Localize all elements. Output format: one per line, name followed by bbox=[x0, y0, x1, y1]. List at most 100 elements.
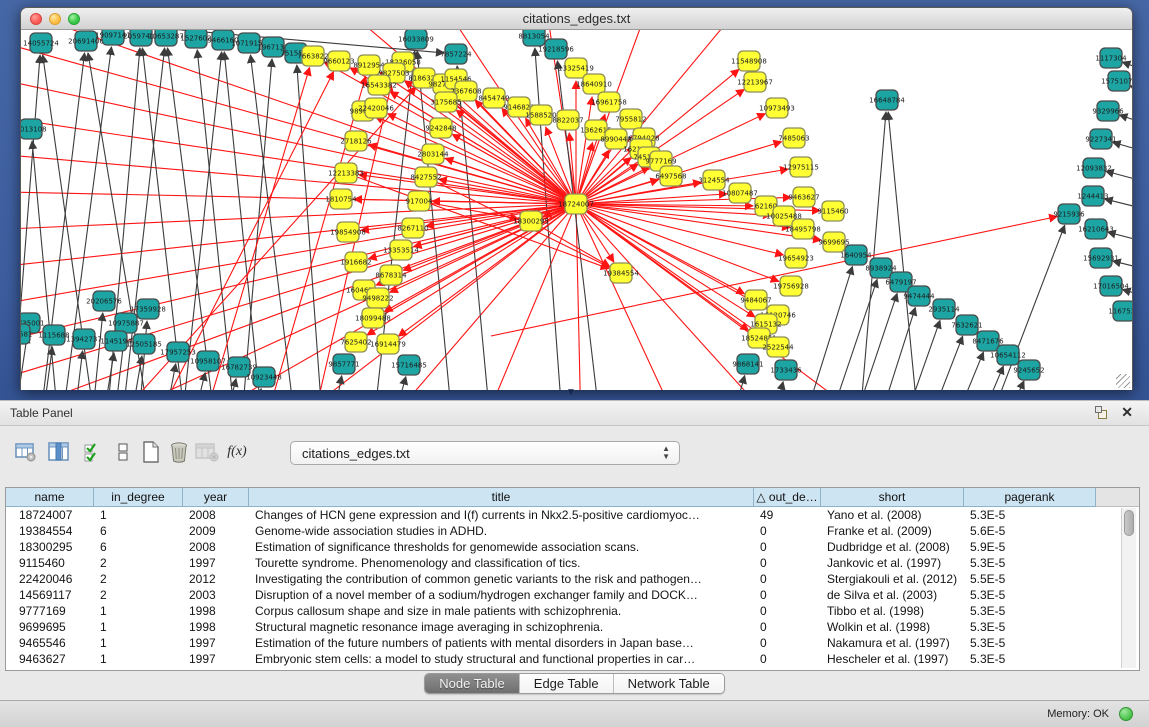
table-cell[interactable]: Structural magnetic resonance image aver… bbox=[249, 619, 754, 635]
table-cell[interactable]: Estimation of significance thresholds fo… bbox=[249, 539, 754, 555]
table-cell[interactable]: Tourette syndrome. Phenomenology and cla… bbox=[249, 555, 754, 571]
table-cell[interactable]: 5.3E-5 bbox=[964, 603, 1096, 619]
table-cell[interactable]: 5.9E-5 bbox=[964, 539, 1096, 555]
table-cell[interactable]: 5.3E-5 bbox=[964, 507, 1096, 523]
table-cell[interactable]: 1 bbox=[94, 619, 183, 635]
table-cell[interactable]: 1997 bbox=[183, 651, 249, 667]
network-window-titlebar[interactable]: citations_edges.txt bbox=[21, 8, 1132, 30]
table-row[interactable]: 969969511998Structural magnetic resonanc… bbox=[6, 619, 1139, 635]
table-cell[interactable]: Genome-wide association studies in ADHD. bbox=[249, 523, 754, 539]
tab-node-table[interactable]: Node Table bbox=[425, 674, 520, 693]
graph-edge[interactable] bbox=[576, 204, 767, 309]
graph-edge[interactable] bbox=[452, 134, 576, 204]
table-cell[interactable]: Wolkin et al. (1998) bbox=[821, 619, 964, 635]
table-cell[interactable]: 1998 bbox=[183, 603, 249, 619]
table-cell[interactable]: Yano et al. (2008) bbox=[821, 507, 964, 523]
table-row[interactable]: 977716911998Corpus callosum shape and si… bbox=[6, 603, 1139, 619]
new-table-icon[interactable] bbox=[138, 439, 164, 465]
table-cell[interactable]: Hescheler et al. (1997) bbox=[821, 651, 964, 667]
table-cell[interactable]: 1 bbox=[94, 635, 183, 651]
table-cell[interactable]: Tibbo et al. (1998) bbox=[821, 603, 964, 619]
table-cell[interactable]: 9463627 bbox=[6, 651, 94, 667]
graph-edge[interactable] bbox=[1113, 261, 1132, 273]
column-header-pagerank[interactable]: pagerank bbox=[964, 488, 1096, 507]
graph-edge[interactable] bbox=[526, 118, 576, 204]
graph-edge[interactable] bbox=[826, 279, 877, 390]
table-cell[interactable]: 22420046 bbox=[6, 571, 94, 587]
table-cell[interactable]: 0 bbox=[754, 635, 821, 651]
graph-edge[interactable] bbox=[32, 141, 59, 390]
table-cell[interactable]: 5.6E-5 bbox=[964, 523, 1096, 539]
column-header-out_de[interactable]: △ out_de… bbox=[754, 488, 821, 507]
table-cell[interactable]: 19384554 bbox=[6, 523, 94, 539]
delete-rows-trash-icon[interactable] bbox=[166, 439, 192, 465]
column-header-short[interactable]: short bbox=[821, 488, 964, 507]
graph-edge[interactable] bbox=[138, 321, 147, 390]
graph-edge[interactable] bbox=[976, 366, 1003, 390]
graph-edge[interactable] bbox=[129, 356, 142, 390]
table-cell[interactable]: Jankovic et al. (1997) bbox=[821, 555, 964, 571]
table-cell[interactable]: 0 bbox=[754, 619, 821, 635]
graph-edge[interactable] bbox=[901, 320, 940, 390]
table-cell[interactable]: 0 bbox=[754, 587, 821, 603]
table-cell[interactable]: 5.3E-5 bbox=[964, 619, 1096, 635]
table-selector-dropdown[interactable]: citations_edges.txt ▲▼ bbox=[290, 441, 680, 465]
table-cell[interactable]: de Silva et al. (2003) bbox=[821, 587, 964, 603]
table-cell[interactable]: 5.3E-5 bbox=[964, 635, 1096, 651]
table-row[interactable]: 2242004622012Investigating the contribut… bbox=[6, 571, 1139, 587]
split-pane-handle[interactable]: ▼ bbox=[566, 388, 576, 398]
table-row[interactable]: 946554611997Estimation of the future num… bbox=[6, 635, 1139, 651]
table-cell[interactable]: 1 bbox=[94, 603, 183, 619]
table-cell[interactable]: Stergiakouli et al. (2012) bbox=[821, 571, 964, 587]
function-builder-icon[interactable]: f(x) bbox=[224, 439, 250, 465]
graph-edge[interactable] bbox=[1122, 289, 1132, 301]
scrollbar-thumb[interactable] bbox=[1124, 510, 1134, 536]
graph-edge[interactable] bbox=[391, 377, 406, 390]
column-header-year[interactable]: year bbox=[183, 488, 249, 507]
tab-edge-table[interactable]: Edge Table bbox=[520, 674, 614, 693]
table-cell[interactable]: Embryonic stem cells: a model to study s… bbox=[249, 651, 754, 667]
table-cell[interactable]: 1998 bbox=[183, 619, 249, 635]
graph-edge[interactable] bbox=[1113, 142, 1132, 156]
table-cell[interactable]: 0 bbox=[754, 603, 821, 619]
table-cell[interactable]: Investigating the contribution of common… bbox=[249, 571, 754, 587]
graph-edge[interactable] bbox=[851, 293, 897, 390]
table-cell[interactable]: 2008 bbox=[183, 507, 249, 523]
table-cell[interactable]: 2012 bbox=[183, 571, 249, 587]
graph-edge[interactable] bbox=[576, 204, 581, 390]
table-cell[interactable]: Changes of HCN gene expression and I(f) … bbox=[249, 507, 754, 523]
table-cell[interactable]: Disruption of a novel member of a sodium… bbox=[249, 587, 754, 603]
table-cell[interactable]: Dudbridge et al. (2008) bbox=[821, 539, 964, 555]
network-canvas[interactable]: 1872400714055724206914061909714120597419… bbox=[21, 30, 1132, 390]
table-cell[interactable]: 0 bbox=[754, 523, 821, 539]
table-cell[interactable]: 2008 bbox=[183, 539, 249, 555]
table-cell[interactable]: 6 bbox=[94, 523, 183, 539]
table-cell[interactable]: 0 bbox=[754, 539, 821, 555]
close-panel-icon[interactable]: ✕ bbox=[1121, 404, 1133, 421]
table-cell[interactable]: Franke et al. (2009) bbox=[821, 523, 964, 539]
table-cell[interactable]: Corpus callosum shape and size in male p… bbox=[249, 603, 754, 619]
network-graph[interactable]: 1872400714055724206914061909714120597419… bbox=[21, 30, 1132, 390]
table-cell[interactable]: 5.3E-5 bbox=[964, 651, 1096, 667]
table-cell[interactable]: 1997 bbox=[183, 635, 249, 651]
table-cell[interactable]: 18724007 bbox=[6, 507, 94, 523]
table-cell[interactable]: 9465546 bbox=[6, 635, 94, 651]
column-header-in_degree[interactable]: in_degree bbox=[94, 488, 183, 507]
table-cell[interactable]: 0 bbox=[754, 651, 821, 667]
table-cell[interactable]: 2003 bbox=[183, 587, 249, 603]
graph-edge[interactable] bbox=[1119, 115, 1132, 129]
graph-edge[interactable] bbox=[201, 67, 310, 390]
float-panel-icon[interactable] bbox=[1095, 406, 1109, 420]
table-cell[interactable]: 5.5E-5 bbox=[964, 571, 1096, 587]
graph-edge[interactable] bbox=[876, 307, 915, 390]
graph-edge[interactable] bbox=[223, 379, 236, 390]
table-cell[interactable]: 6 bbox=[94, 539, 183, 555]
vertical-scrollbar[interactable] bbox=[1121, 508, 1136, 668]
graph-edge[interactable] bbox=[1105, 199, 1132, 213]
table-cell[interactable]: 5.3E-5 bbox=[964, 587, 1096, 603]
table-row[interactable]: 946362711997Embryonic stem cells: a mode… bbox=[6, 651, 1139, 667]
rows-icon[interactable] bbox=[110, 439, 136, 465]
resize-grip[interactable] bbox=[1116, 374, 1130, 388]
table-cell[interactable]: 2 bbox=[94, 571, 183, 587]
table-cell[interactable]: 9699695 bbox=[6, 619, 94, 635]
